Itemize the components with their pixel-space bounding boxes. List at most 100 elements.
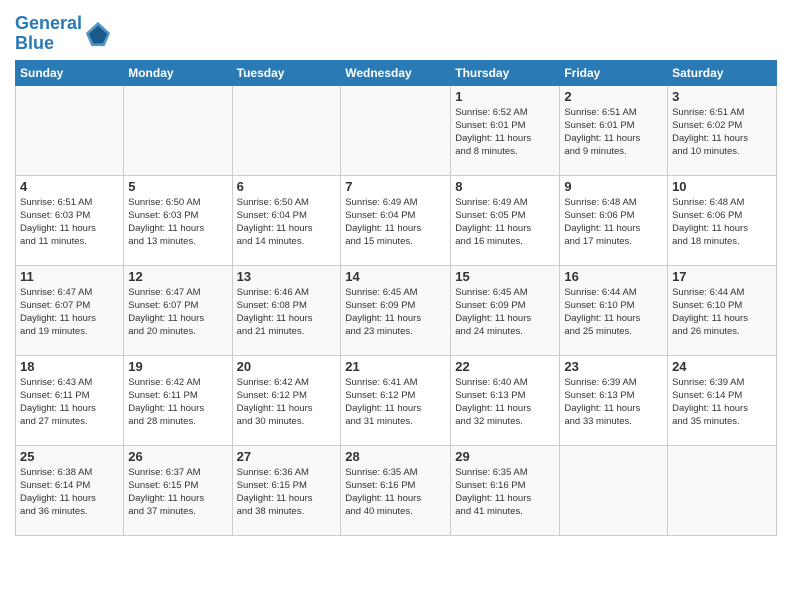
day-number: 26 (128, 449, 227, 464)
day-number: 20 (237, 359, 337, 374)
day-cell: 24 Sunrise: 6:39 AM Sunset: 6:14 PM Dayli… (668, 355, 777, 445)
day-info: Sunrise: 6:50 AM Sunset: 6:04 PM Dayligh… (237, 196, 337, 249)
day-number: 23 (564, 359, 663, 374)
day-cell: 29 Sunrise: 6:35 AM Sunset: 6:16 PM Dayli… (451, 445, 560, 535)
header-monday: Monday (124, 60, 232, 85)
day-info: Sunrise: 6:39 AM Sunset: 6:13 PM Dayligh… (564, 376, 663, 429)
day-info: Sunrise: 6:35 AM Sunset: 6:16 PM Dayligh… (455, 466, 555, 519)
day-number: 10 (672, 179, 772, 194)
day-info: Sunrise: 6:51 AM Sunset: 6:03 PM Dayligh… (20, 196, 119, 249)
day-cell (16, 85, 124, 175)
day-cell (124, 85, 232, 175)
day-number: 24 (672, 359, 772, 374)
day-info: Sunrise: 6:49 AM Sunset: 6:05 PM Dayligh… (455, 196, 555, 249)
day-info: Sunrise: 6:41 AM Sunset: 6:12 PM Dayligh… (345, 376, 446, 429)
day-cell: 4Sunrise: 6:51 AM Sunset: 6:03 PM Daylig… (16, 175, 124, 265)
day-cell: 22 Sunrise: 6:40 AM Sunset: 6:13 PM Dayli… (451, 355, 560, 445)
header-sunday: Sunday (16, 60, 124, 85)
day-cell: 5 Sunrise: 6:50 AM Sunset: 6:03 PM Daylig… (124, 175, 232, 265)
day-info: Sunrise: 6:42 AM Sunset: 6:12 PM Dayligh… (237, 376, 337, 429)
day-cell: 11 Sunrise: 6:47 AM Sunset: 6:07 PM Dayli… (16, 265, 124, 355)
day-number: 13 (237, 269, 337, 284)
day-number: 16 (564, 269, 663, 284)
day-cell: 21 Sunrise: 6:41 AM Sunset: 6:12 PM Dayli… (341, 355, 451, 445)
day-info: Sunrise: 6:45 AM Sunset: 6:09 PM Dayligh… (455, 286, 555, 339)
header-row: SundayMondayTuesdayWednesdayThursdayFrid… (16, 60, 777, 85)
day-cell (232, 85, 341, 175)
day-cell: 2 Sunrise: 6:51 AM Sunset: 6:01 PM Daylig… (560, 85, 668, 175)
day-cell: 20 Sunrise: 6:42 AM Sunset: 6:12 PM Dayli… (232, 355, 341, 445)
day-info: Sunrise: 6:39 AM Sunset: 6:14 PM Dayligh… (672, 376, 772, 429)
day-number: 29 (455, 449, 555, 464)
day-cell: 16 Sunrise: 6:44 AM Sunset: 6:10 PM Dayli… (560, 265, 668, 355)
day-cell: 18 Sunrise: 6:43 AM Sunset: 6:11 PM Dayli… (16, 355, 124, 445)
calendar-body: 1Sunrise: 6:52 AM Sunset: 6:01 PM Daylig… (16, 85, 777, 535)
day-number: 25 (20, 449, 119, 464)
logo: General Blue (15, 14, 112, 54)
day-number: 15 (455, 269, 555, 284)
day-cell: 17 Sunrise: 6:44 AM Sunset: 6:10 PM Dayli… (668, 265, 777, 355)
day-info: Sunrise: 6:48 AM Sunset: 6:06 PM Dayligh… (564, 196, 663, 249)
week-row-0: 1Sunrise: 6:52 AM Sunset: 6:01 PM Daylig… (16, 85, 777, 175)
week-row-1: 4Sunrise: 6:51 AM Sunset: 6:03 PM Daylig… (16, 175, 777, 265)
day-number: 11 (20, 269, 119, 284)
day-number: 19 (128, 359, 227, 374)
day-info: Sunrise: 6:36 AM Sunset: 6:15 PM Dayligh… (237, 466, 337, 519)
day-info: Sunrise: 6:38 AM Sunset: 6:14 PM Dayligh… (20, 466, 119, 519)
header: General Blue (15, 10, 777, 54)
day-number: 27 (237, 449, 337, 464)
day-cell: 12 Sunrise: 6:47 AM Sunset: 6:07 PM Dayli… (124, 265, 232, 355)
day-number: 17 (672, 269, 772, 284)
header-tuesday: Tuesday (232, 60, 341, 85)
logo-text: General Blue (15, 14, 82, 54)
day-info: Sunrise: 6:44 AM Sunset: 6:10 PM Dayligh… (564, 286, 663, 339)
day-info: Sunrise: 6:35 AM Sunset: 6:16 PM Dayligh… (345, 466, 446, 519)
day-number: 8 (455, 179, 555, 194)
day-number: 28 (345, 449, 446, 464)
day-info: Sunrise: 6:50 AM Sunset: 6:03 PM Dayligh… (128, 196, 227, 249)
calendar-table: SundayMondayTuesdayWednesdayThursdayFrid… (15, 60, 777, 536)
header-thursday: Thursday (451, 60, 560, 85)
day-cell: 14 Sunrise: 6:45 AM Sunset: 6:09 PM Dayli… (341, 265, 451, 355)
day-cell: 28 Sunrise: 6:35 AM Sunset: 6:16 PM Dayli… (341, 445, 451, 535)
day-info: Sunrise: 6:44 AM Sunset: 6:10 PM Dayligh… (672, 286, 772, 339)
day-cell: 1Sunrise: 6:52 AM Sunset: 6:01 PM Daylig… (451, 85, 560, 175)
day-cell: 25 Sunrise: 6:38 AM Sunset: 6:14 PM Dayli… (16, 445, 124, 535)
day-cell: 15 Sunrise: 6:45 AM Sunset: 6:09 PM Dayli… (451, 265, 560, 355)
day-number: 18 (20, 359, 119, 374)
logo-blue: Blue (15, 33, 54, 53)
day-cell: 7 Sunrise: 6:49 AM Sunset: 6:04 PM Daylig… (341, 175, 451, 265)
day-number: 7 (345, 179, 446, 194)
day-cell (668, 445, 777, 535)
header-friday: Friday (560, 60, 668, 85)
day-cell (341, 85, 451, 175)
day-info: Sunrise: 6:45 AM Sunset: 6:09 PM Dayligh… (345, 286, 446, 339)
day-info: Sunrise: 6:51 AM Sunset: 6:01 PM Dayligh… (564, 106, 663, 159)
day-number: 1 (455, 89, 555, 104)
day-info: Sunrise: 6:40 AM Sunset: 6:13 PM Dayligh… (455, 376, 555, 429)
day-number: 9 (564, 179, 663, 194)
day-number: 5 (128, 179, 227, 194)
week-row-3: 18 Sunrise: 6:43 AM Sunset: 6:11 PM Dayli… (16, 355, 777, 445)
day-number: 12 (128, 269, 227, 284)
day-cell: 13 Sunrise: 6:46 AM Sunset: 6:08 PM Dayli… (232, 265, 341, 355)
day-cell: 26 Sunrise: 6:37 AM Sunset: 6:15 PM Dayli… (124, 445, 232, 535)
header-saturday: Saturday (668, 60, 777, 85)
day-number: 2 (564, 89, 663, 104)
day-info: Sunrise: 6:42 AM Sunset: 6:11 PM Dayligh… (128, 376, 227, 429)
day-info: Sunrise: 6:43 AM Sunset: 6:11 PM Dayligh… (20, 376, 119, 429)
day-number: 21 (345, 359, 446, 374)
day-number: 6 (237, 179, 337, 194)
day-info: Sunrise: 6:46 AM Sunset: 6:08 PM Dayligh… (237, 286, 337, 339)
logo-general: General (15, 13, 82, 33)
day-cell: 6 Sunrise: 6:50 AM Sunset: 6:04 PM Daylig… (232, 175, 341, 265)
day-info: Sunrise: 6:47 AM Sunset: 6:07 PM Dayligh… (128, 286, 227, 339)
day-number: 3 (672, 89, 772, 104)
day-info: Sunrise: 6:37 AM Sunset: 6:15 PM Dayligh… (128, 466, 227, 519)
day-number: 22 (455, 359, 555, 374)
day-info: Sunrise: 6:47 AM Sunset: 6:07 PM Dayligh… (20, 286, 119, 339)
day-number: 14 (345, 269, 446, 284)
calendar-header: SundayMondayTuesdayWednesdayThursdayFrid… (16, 60, 777, 85)
day-info: Sunrise: 6:49 AM Sunset: 6:04 PM Dayligh… (345, 196, 446, 249)
day-cell: 3Sunrise: 6:51 AM Sunset: 6:02 PM Daylig… (668, 85, 777, 175)
